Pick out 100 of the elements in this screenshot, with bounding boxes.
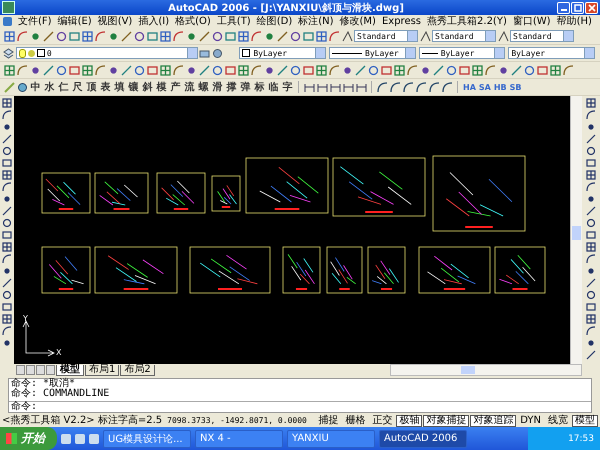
curve-icon[interactable] xyxy=(415,81,427,93)
line-icon[interactable] xyxy=(198,30,210,42)
rect-icon[interactable] xyxy=(586,302,596,312)
grid-icon[interactable] xyxy=(2,242,12,252)
grid-icon[interactable] xyxy=(2,98,12,108)
vertical-scrollbar[interactable] xyxy=(570,96,582,364)
curve-icon[interactable] xyxy=(389,81,401,93)
rect-icon[interactable] xyxy=(458,64,470,76)
taskbar-button[interactable]: AutoCAD 2006 xyxy=(379,430,467,448)
arc-icon[interactable] xyxy=(586,182,596,192)
toolbar-button[interactable]: 流 xyxy=(183,80,196,94)
taskbar-button[interactable]: UG模具设计论... xyxy=(103,430,191,448)
toolbar-button[interactable]: 镶 xyxy=(127,80,140,94)
rect-icon[interactable] xyxy=(68,64,80,76)
line-icon[interactable] xyxy=(586,134,596,144)
toolbar-button[interactable]: SA xyxy=(478,80,492,94)
toolbar-button[interactable]: 中 xyxy=(29,80,42,94)
toolbar-button[interactable]: 字 xyxy=(281,80,294,94)
circle-icon[interactable] xyxy=(586,218,596,228)
style-dropdown[interactable]: Standard xyxy=(354,30,418,42)
dot-icon[interactable] xyxy=(2,194,12,204)
start-button[interactable]: 开始 xyxy=(0,427,57,450)
circle-icon[interactable] xyxy=(586,146,596,156)
rect-icon[interactable] xyxy=(536,64,548,76)
line-icon[interactable] xyxy=(2,278,12,288)
line-icon[interactable] xyxy=(276,30,288,42)
toolbar-button[interactable]: 表 xyxy=(99,80,112,94)
dimension-icon[interactable] xyxy=(303,81,315,93)
maximize-button[interactable] xyxy=(571,2,584,14)
style-dropdown[interactable]: Standard xyxy=(432,30,496,42)
circle-icon[interactable] xyxy=(2,146,12,156)
toolbar-button[interactable]: 斜 xyxy=(141,80,154,94)
circle-icon[interactable] xyxy=(289,30,301,42)
arc-icon[interactable] xyxy=(2,182,12,192)
style-icon[interactable] xyxy=(419,30,431,42)
arc-icon[interactable] xyxy=(94,30,106,42)
curve-icon[interactable] xyxy=(428,81,440,93)
line-icon[interactable] xyxy=(2,206,12,216)
arc-icon[interactable] xyxy=(2,326,12,336)
grid-icon[interactable] xyxy=(586,170,596,180)
arc-icon[interactable] xyxy=(586,326,596,336)
arc-icon[interactable] xyxy=(250,64,262,76)
toolbar-button[interactable]: 仁 xyxy=(57,80,70,94)
menu-item[interactable]: 文件(F) xyxy=(18,16,52,28)
grid-icon[interactable] xyxy=(315,30,327,42)
rect-icon[interactable] xyxy=(586,158,596,168)
menu-item[interactable]: 格式(O) xyxy=(175,16,211,28)
command-input[interactable]: 命令: xyxy=(9,401,591,412)
line-icon[interactable] xyxy=(586,350,596,360)
circle-icon[interactable] xyxy=(445,64,457,76)
minimize-button[interactable] xyxy=(557,2,570,14)
layout-tab[interactable]: 模型 xyxy=(56,364,84,376)
arc-icon[interactable] xyxy=(586,254,596,264)
menu-item[interactable]: 标注(N) xyxy=(298,16,334,28)
toggle-button[interactable]: 正交 xyxy=(369,414,396,426)
toolbar-button[interactable]: 产 xyxy=(169,80,182,94)
rect-icon[interactable] xyxy=(586,230,596,240)
arc-icon[interactable] xyxy=(2,110,12,120)
rect-icon[interactable] xyxy=(2,158,12,168)
toolbar-button[interactable]: 尺 xyxy=(71,80,84,94)
circle-icon[interactable] xyxy=(2,290,12,300)
line-icon[interactable] xyxy=(120,30,132,42)
menu-item[interactable]: 工具(T) xyxy=(216,16,251,28)
toolbar-button[interactable]: 水 xyxy=(43,80,56,94)
grid-icon[interactable] xyxy=(586,242,596,252)
layout-tab[interactable]: 布局2 xyxy=(120,364,155,376)
arc-icon[interactable] xyxy=(328,30,340,42)
toggle-button[interactable]: 线宽 xyxy=(545,414,571,426)
toolbar-button[interactable]: 螺 xyxy=(197,80,210,94)
style-dropdown[interactable]: Standard xyxy=(510,30,574,42)
layer-dropdown[interactable]: 0 xyxy=(16,47,198,59)
rect-icon[interactable] xyxy=(146,64,158,76)
dot-icon[interactable] xyxy=(2,122,12,132)
toolbar-button[interactable]: 填 xyxy=(113,80,126,94)
dot-icon[interactable] xyxy=(2,338,12,348)
style-icon[interactable] xyxy=(497,30,509,42)
curve-icon[interactable] xyxy=(376,81,388,93)
arc-icon[interactable] xyxy=(406,64,418,76)
property-dropdown[interactable]: ByLayer xyxy=(508,47,596,59)
menu-item[interactable]: 插入(I) xyxy=(138,16,170,28)
arc-icon[interactable] xyxy=(328,64,340,76)
dimension-icon[interactable] xyxy=(316,81,328,93)
rect-icon[interactable] xyxy=(224,64,236,76)
property-dropdown[interactable]: ByLayer xyxy=(239,47,326,59)
grid-icon[interactable] xyxy=(81,30,93,42)
grid-icon[interactable] xyxy=(2,170,12,180)
toggle-button[interactable]: 捕捉 xyxy=(315,414,342,426)
menu-item[interactable]: 帮助(H) xyxy=(556,16,592,28)
arc-icon[interactable] xyxy=(16,30,28,42)
grid-icon[interactable] xyxy=(586,98,596,108)
circle-icon[interactable] xyxy=(586,290,596,300)
circle-icon[interactable] xyxy=(2,218,12,228)
menu-item[interactable]: 编辑(E) xyxy=(58,16,92,28)
circle-icon[interactable] xyxy=(55,64,67,76)
circle-icon[interactable] xyxy=(133,30,145,42)
toolbar-button[interactable]: 顶 xyxy=(85,80,98,94)
toolbar-button[interactable]: HB xyxy=(492,80,508,94)
layout-tab[interactable]: 布局1 xyxy=(85,364,120,376)
circle-icon[interactable] xyxy=(211,64,223,76)
toolbar-button[interactable]: 撑 xyxy=(225,80,238,94)
